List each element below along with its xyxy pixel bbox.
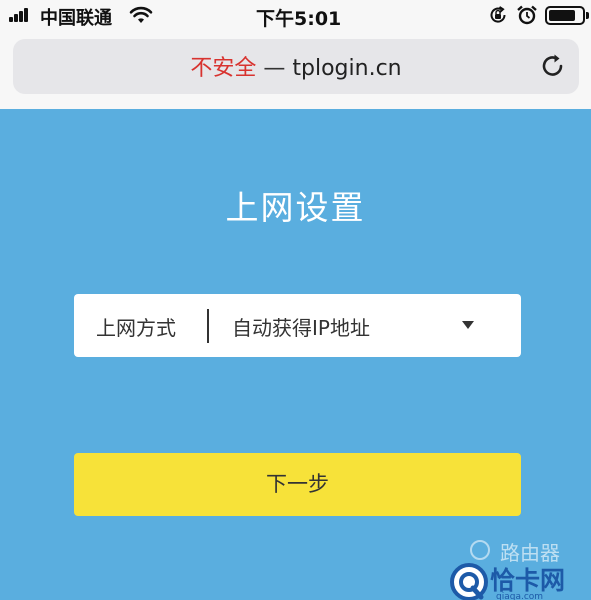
reload-icon[interactable] [539,52,567,80]
next-button[interactable]: 下一步 [74,453,521,516]
alarm-icon [517,5,537,25]
signal-icon [9,8,33,22]
page-title: 上网设置 [225,188,366,227]
router-setup-page: 上网设置 上网方式 自动获得IP地址 下一步 路由器 恰卡网 qiaqa.com [0,109,591,600]
url-separator: — [263,56,286,81]
watermark-faint-icon [470,540,490,560]
clock-time: 下午5:01 [256,8,342,30]
connection-type-label: 上网方式 [96,316,176,340]
security-warning: 不安全 [190,56,257,81]
dropdown-caret-icon[interactable] [462,321,474,329]
field-divider [207,309,209,343]
url-domain: tplogin.cn [292,56,402,81]
rotation-lock-icon [490,6,506,23]
status-bar: 中国联通 下午5:01 [0,0,591,34]
connection-type-select[interactable]: 上网方式 自动获得IP地址 [74,294,521,357]
address-bar[interactable]: 不安全 — tplogin.cn [13,39,579,94]
watermark-faint: 路由器 [470,537,560,565]
battery-level [549,10,575,21]
watermark-url: qiaqa.com [496,592,544,600]
battery-icon [545,6,589,25]
carrier-name: 中国联通 [40,8,112,29]
url-display[interactable]: 不安全 — tplogin.cn [13,50,519,82]
connection-type-value[interactable]: 自动获得IP地址 [232,312,370,341]
watermark-logo-icon [450,563,488,600]
wifi-icon [129,6,153,23]
